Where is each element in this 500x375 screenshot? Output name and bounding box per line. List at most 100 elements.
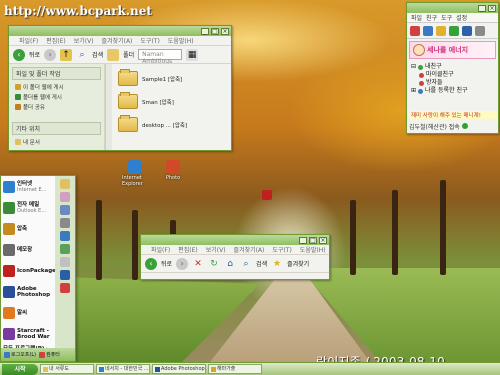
messenger-banner[interactable]: 세나를 에너지 bbox=[409, 41, 496, 59]
taskbar-button[interactable]: Adobe Photoshop bbox=[152, 364, 206, 374]
close-button[interactable]: × bbox=[221, 27, 229, 35]
messenger-menu-settings[interactable]: 설정 bbox=[456, 13, 467, 22]
computer-icon[interactable] bbox=[60, 218, 70, 228]
messenger-menu-file[interactable]: 파일 bbox=[411, 13, 422, 22]
maximize-button[interactable]: □ bbox=[309, 236, 317, 244]
messenger-titlebar[interactable]: _ × bbox=[407, 3, 498, 13]
logoff-button[interactable]: 로그오프(L) bbox=[4, 351, 36, 358]
task-item[interactable]: 폴더를 웹에 게시 bbox=[12, 92, 101, 102]
taskbar-button[interactable]: 해마가출 bbox=[208, 364, 262, 374]
printer-icon[interactable] bbox=[60, 257, 70, 267]
minimize-button[interactable]: _ bbox=[201, 27, 209, 35]
menu-view[interactable]: 보기(V) bbox=[74, 36, 94, 45]
messenger-menu-friends[interactable]: 친구 bbox=[426, 13, 437, 22]
task-pane-header[interactable]: 기타 위치 bbox=[12, 122, 101, 135]
home-icon[interactable]: ⌂ bbox=[224, 258, 236, 270]
documents-icon[interactable] bbox=[60, 179, 70, 189]
start-menu-item[interactable]: Adobe Photoshop bbox=[1, 281, 55, 302]
task-pane-header[interactable]: 파일 및 폴더 작업 bbox=[12, 67, 101, 80]
start-button[interactable]: 시작 bbox=[2, 363, 38, 375]
minimize-button[interactable]: _ bbox=[299, 236, 307, 244]
start-menu-item[interactable]: 메모장 bbox=[1, 239, 55, 260]
menu-file[interactable]: 파일(F) bbox=[151, 245, 170, 254]
add-friend-icon[interactable] bbox=[449, 25, 459, 36]
address-box[interactable]: Naman Ambitious bbox=[138, 49, 183, 65]
forward-arrow-icon[interactable]: › bbox=[176, 257, 189, 270]
browser-titlebar[interactable]: _ □ × bbox=[141, 235, 329, 245]
up-folder-icon[interactable]: ↑ bbox=[60, 48, 73, 61]
favorites-star-icon[interactable]: ★ bbox=[271, 258, 283, 270]
search-places-icon[interactable] bbox=[60, 283, 70, 293]
menu-edit[interactable]: 편집(E) bbox=[178, 245, 198, 254]
search-label[interactable]: 검색 bbox=[92, 50, 103, 59]
back-label[interactable]: 뒤로 bbox=[29, 50, 40, 59]
control-panel-icon[interactable] bbox=[60, 244, 70, 254]
task-item[interactable]: 이 폴더 웹에 게시 bbox=[12, 82, 101, 92]
explorer-titlebar[interactable]: _ □ × bbox=[9, 26, 231, 36]
tree-item[interactable]: 마이클친구 bbox=[411, 71, 494, 79]
globe-icon[interactable] bbox=[462, 25, 472, 36]
views-icon[interactable]: ▦ bbox=[186, 48, 199, 61]
taskbar-button[interactable]: 네서치 - 대한민국 ... bbox=[96, 364, 150, 374]
chat-icon[interactable] bbox=[423, 25, 433, 36]
menu-favorites[interactable]: 즐겨찾기(A) bbox=[102, 36, 133, 45]
task-item[interactable]: 내 문서 bbox=[12, 137, 101, 147]
messenger-menu-tools[interactable]: 도구 bbox=[441, 13, 452, 22]
tree-item[interactable]: 방자들 bbox=[411, 79, 494, 87]
refresh-icon[interactable]: ↻ bbox=[208, 258, 220, 270]
favorites-label[interactable]: 즐겨찾기 bbox=[287, 259, 309, 268]
settings-icon[interactable] bbox=[475, 25, 485, 36]
desktop-icon-ie[interactable]: Internet Explorer bbox=[122, 160, 148, 187]
help-icon[interactable] bbox=[60, 270, 70, 280]
menu-tools[interactable]: 도구(T) bbox=[140, 36, 159, 45]
start-menu-item[interactable]: 인터넷 Internet E... bbox=[1, 176, 55, 197]
close-button[interactable]: × bbox=[488, 4, 496, 12]
folders-label[interactable]: 폴더 bbox=[123, 50, 134, 59]
stop-icon[interactable]: ✕ bbox=[192, 258, 204, 270]
mail-icon[interactable] bbox=[410, 25, 420, 36]
back-arrow-icon[interactable]: ‹ bbox=[145, 257, 157, 270]
folders-icon[interactable] bbox=[107, 48, 120, 61]
task-item-label: 내 문서 bbox=[23, 140, 40, 146]
search-icon[interactable]: ⌕ bbox=[240, 258, 252, 270]
back-label[interactable]: 뒤로 bbox=[161, 259, 172, 268]
music-icon[interactable] bbox=[60, 205, 70, 215]
shortcut-icon[interactable] bbox=[262, 190, 272, 200]
menu-help[interactable]: 도움말(H) bbox=[168, 36, 194, 45]
list-item[interactable]: Sample1 [압축] bbox=[118, 67, 225, 90]
ad-banner[interactable]: 재미 사랑이 해주 있는 메니계! bbox=[409, 111, 497, 119]
messenger-menubar: 파일 친구 도구 설정 bbox=[407, 13, 498, 23]
tree-group[interactable]: ⊞ 나를 등록한 친구 bbox=[411, 87, 494, 95]
file-send-icon[interactable] bbox=[436, 25, 446, 36]
start-menu-item[interactable]: Starcraft - Brood War bbox=[1, 323, 55, 344]
search-label[interactable]: 검색 bbox=[256, 259, 267, 268]
forward-arrow-icon[interactable]: › bbox=[44, 48, 57, 61]
menu-tools[interactable]: 도구(T) bbox=[272, 245, 291, 254]
start-menu-item[interactable]: 전자 메일 Outlook E... bbox=[1, 197, 55, 218]
task-pane-scrollbar[interactable] bbox=[105, 64, 112, 150]
start-menu-item[interactable]: 압축 bbox=[1, 218, 55, 239]
menu-edit[interactable]: 편집(E) bbox=[46, 36, 66, 45]
desktop-icon-photo[interactable]: Photo bbox=[160, 160, 186, 181]
taskbar-button[interactable]: 내 서류도 bbox=[40, 364, 94, 374]
list-item[interactable]: Sman [압축] bbox=[118, 90, 225, 113]
maximize-button[interactable]: □ bbox=[211, 27, 219, 35]
menu-view[interactable]: 보기(V) bbox=[206, 245, 226, 254]
close-button[interactable]: × bbox=[319, 236, 327, 244]
tree-group[interactable]: ⊟ 내친구 bbox=[411, 63, 494, 71]
shutdown-button[interactable]: 컴퓨터 bbox=[39, 351, 60, 358]
list-item[interactable]: desktop ... [압축] bbox=[118, 113, 225, 136]
menu-favorites[interactable]: 즐겨찾기(A) bbox=[234, 245, 265, 254]
task-item[interactable]: 폴더 공유 bbox=[12, 102, 101, 112]
back-arrow-icon[interactable]: ‹ bbox=[13, 48, 25, 61]
start-menu-item[interactable]: IconPackager bbox=[1, 260, 59, 281]
status-bar[interactable]: 김두철(해산관) 접속 bbox=[409, 121, 497, 131]
minimize-button[interactable]: _ bbox=[478, 4, 486, 12]
menu-help[interactable]: 도움말(H) bbox=[300, 245, 326, 254]
menu-file[interactable]: 파일(F) bbox=[19, 36, 38, 45]
search-icon[interactable]: ⌕ bbox=[76, 49, 88, 61]
network-icon[interactable] bbox=[60, 231, 70, 241]
pictures-icon[interactable] bbox=[60, 192, 70, 202]
start-menu-item[interactable]: 알씨 bbox=[1, 302, 55, 323]
task-item-label: 이 폴더 웹에 게시 bbox=[23, 85, 64, 91]
